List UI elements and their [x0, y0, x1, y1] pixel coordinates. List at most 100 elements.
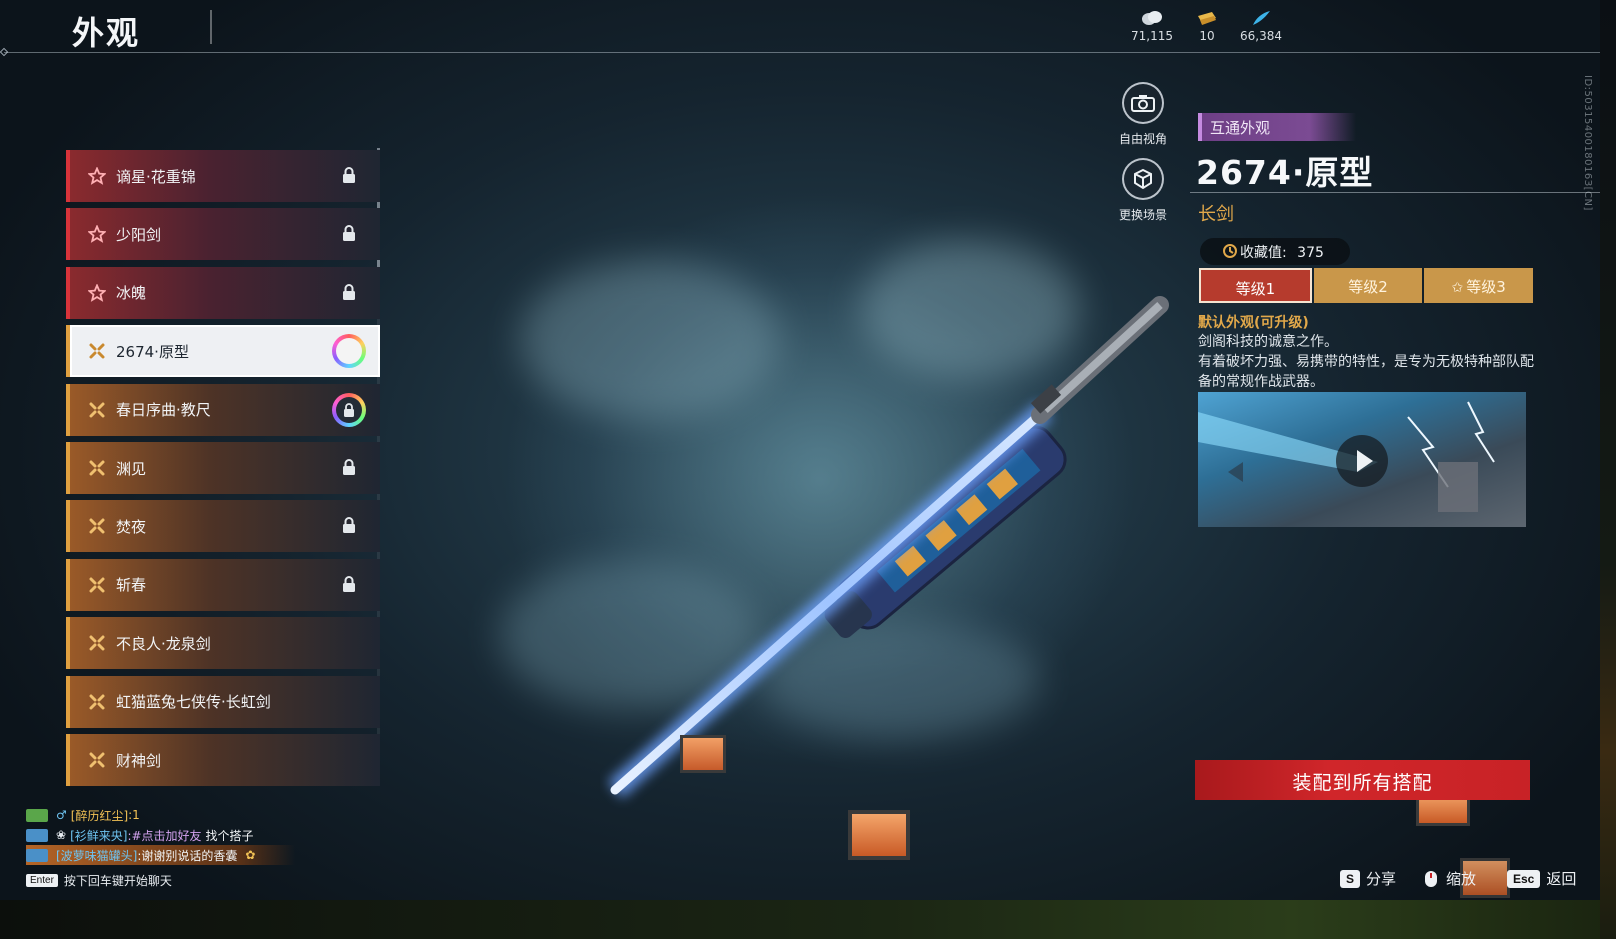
collection-icon — [1223, 244, 1237, 258]
crossplay-tag: 互通外观 — [1198, 113, 1356, 141]
list-item-label: 渊见 — [116, 459, 147, 478]
chat-line: ❀ [衫鲜来央] :#点击加好友 找个搭子 — [26, 825, 295, 845]
chat-box: ♂ [醉历红尘] :1 ❀ [衫鲜来央] :#点击加好友 找个搭子 [波萝味猫罐… — [26, 805, 296, 865]
change-scene-label: 更换场景 — [1118, 208, 1167, 222]
appearance-list: 谪星·花重锦 少阳剑冰魄 2674·原型春日序曲·教尺 渊见焚夜斩春不良人·龙泉剑虹猫… — [66, 150, 384, 798]
preview-video-thumbnail[interactable] — [1198, 392, 1526, 527]
back-label: 返回 — [1546, 870, 1577, 888]
collection-value-pill: 收藏值: 375 — [1200, 238, 1350, 265]
chat-sender[interactable]: [醉历红尘] — [71, 807, 128, 824]
chat-sender[interactable]: [波萝味猫罐头] — [56, 847, 137, 864]
cross-icon — [88, 517, 106, 535]
bottom-scene-strip — [0, 900, 1616, 939]
mouse-wheel-icon — [1425, 870, 1437, 887]
page-title: 外观 — [72, 14, 141, 52]
chat-message: :1 — [128, 808, 140, 822]
list-item-label: 冰魄 — [116, 284, 147, 303]
list-item-label: 财神剑 — [116, 751, 162, 770]
cross-icon — [88, 459, 106, 477]
currency-feathers[interactable]: 66,384 — [1231, 10, 1291, 43]
list-item[interactable]: 财神剑 — [66, 734, 380, 786]
tab-level-3[interactable]: ✩ 等级3 — [1424, 268, 1534, 303]
add-friend-link[interactable]: :#点击加好友 — [127, 827, 201, 844]
star-icon — [87, 166, 107, 185]
list-item[interactable]: 冰魄 — [66, 266, 380, 319]
star-icon: ✩ — [1451, 280, 1464, 296]
build-id: ID:5031540018016З[CN] — [1582, 75, 1593, 211]
list-item[interactable]: 渊见 — [66, 442, 380, 494]
play-icon[interactable] — [1336, 435, 1388, 487]
zoom-hotkey[interactable]: 缩放 — [1422, 868, 1476, 889]
list-item[interactable]: 2674·原型 — [66, 325, 380, 378]
list-item-label: 不良人·龙泉剑 — [116, 634, 211, 653]
channel-icon — [26, 848, 48, 862]
free-view-button[interactable]: 自由视角 — [1108, 82, 1178, 147]
lock-icon — [342, 516, 356, 534]
tab-level-1[interactable]: 等级1 — [1199, 268, 1312, 303]
chat-line: ♂ [醉历红尘] :1 — [26, 805, 295, 825]
list-item-label: 谪星·花重锦 — [116, 167, 196, 186]
ticket-icon — [1198, 12, 1216, 25]
currency-value: 66,384 — [1240, 29, 1282, 43]
list-item-label: 虹猫蓝兔七侠传·长虹剑 — [116, 693, 271, 712]
tab-level-2[interactable]: 等级2 — [1313, 268, 1423, 303]
coin-stack-icon — [1142, 11, 1162, 25]
collection-label: 收藏值: — [1240, 245, 1287, 261]
enter-key: Enter — [26, 874, 58, 887]
list-item-label: 少阳剑 — [116, 225, 162, 244]
lock-icon — [342, 283, 356, 301]
cross-icon — [88, 634, 106, 652]
list-item-label: 春日序曲·教尺 — [116, 401, 211, 420]
currency-tickets[interactable]: 10 — [1177, 10, 1237, 43]
title-divider — [210, 10, 212, 44]
chat-hint[interactable]: Enter 按下回车键开始聊天 — [26, 872, 172, 889]
zoom-label: 缩放 — [1446, 870, 1477, 888]
star-icon — [87, 283, 107, 302]
tab-level-3-label: 等级3 — [1466, 278, 1506, 296]
free-view-label: 自由视角 — [1118, 132, 1167, 146]
chat-line-highlighted: [波萝味猫罐头] :谢谢别说话的香囊 ✿ — [26, 845, 296, 865]
lantern — [848, 810, 910, 860]
cross-icon — [88, 401, 106, 419]
back-hotkey[interactable]: Esc 返回 — [1507, 868, 1576, 889]
currency-value: 10 — [1199, 29, 1215, 43]
list-item[interactable]: 斩春 — [66, 558, 380, 611]
header-line — [4, 52, 1600, 53]
list-item-label: 2674·原型 — [116, 342, 189, 361]
collection-value: 375 — [1297, 245, 1324, 261]
chat-message: :谢谢别说话的香囊 — [137, 848, 238, 863]
tab-level-1-label: 等级1 — [1235, 280, 1276, 298]
list-item[interactable]: 焚夜 — [66, 500, 380, 553]
chat-hint-text: 按下回车键开始聊天 — [63, 874, 172, 888]
right-scene-strip — [1600, 0, 1616, 939]
chat-sender[interactable]: [衫鲜来央] — [70, 827, 127, 844]
flower-icon: ✿ — [245, 848, 256, 862]
cross-icon — [88, 342, 106, 360]
title-underline — [1190, 192, 1600, 193]
list-item[interactable]: 春日序曲·教尺 — [66, 383, 380, 436]
equip-all-button[interactable]: 装配到所有搭配 — [1195, 760, 1530, 800]
currency-coins[interactable]: 71,115 — [1122, 10, 1182, 43]
channel-icon — [26, 808, 48, 822]
male-icon: ♂ — [56, 808, 67, 822]
cross-icon — [88, 751, 106, 769]
share-hotkey[interactable]: S 分享 — [1340, 868, 1396, 889]
lock-icon — [342, 166, 356, 184]
cube-icon — [1122, 158, 1164, 200]
currency-value: 71,115 — [1131, 29, 1173, 43]
list-item[interactable]: 不良人·龙泉剑 — [66, 617, 380, 670]
list-item[interactable]: 少阳剑 — [66, 208, 380, 261]
camera-icon — [1122, 82, 1164, 124]
feather-icon — [1253, 11, 1270, 25]
cross-icon — [88, 693, 106, 711]
share-label: 分享 — [1366, 870, 1397, 888]
lotus-icon: ❀ — [56, 828, 67, 842]
channel-icon — [26, 828, 48, 842]
esc-key: Esc — [1507, 869, 1541, 888]
list-item[interactable]: 谪星·花重锦 — [66, 150, 380, 202]
list-item[interactable]: 虹猫蓝兔七侠传·长虹剑 — [66, 675, 380, 728]
item-type: 长剑 — [1198, 204, 1234, 225]
list-item-label: 斩春 — [116, 576, 147, 595]
description-body: 剑阁科技的诚意之作。 有着破坏力强、易携带的特性，是专为无极特种部队配备的常规作… — [1198, 332, 1538, 392]
change-scene-button[interactable]: 更换场景 — [1108, 158, 1178, 223]
